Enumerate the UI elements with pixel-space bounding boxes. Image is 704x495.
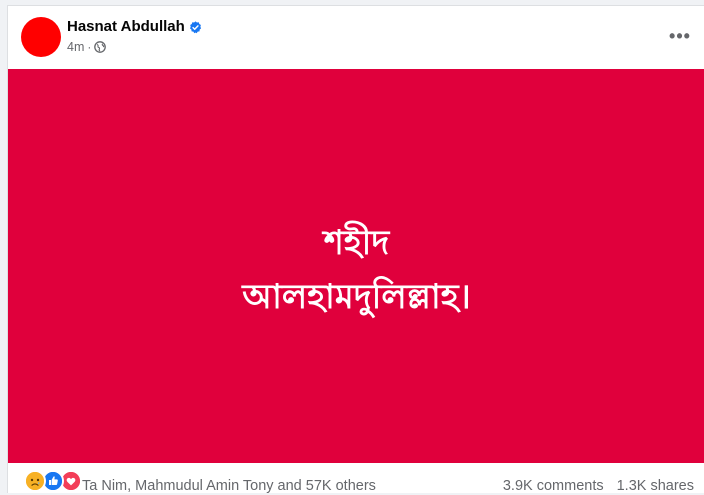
globe-icon bbox=[94, 41, 107, 53]
post-image-line-1: শহীদ bbox=[323, 223, 390, 263]
post-card: Hasnat Abdullah 4m · ••• শহীদ আলহামদুলিল… bbox=[7, 5, 704, 494]
reactors-summary[interactable]: Ta Nim, Mahmudul Amin Tony and 57K other… bbox=[82, 477, 376, 495]
reaction-icons[interactable] bbox=[24, 470, 82, 492]
author-name[interactable]: Hasnat Abdullah bbox=[67, 18, 185, 36]
post-image[interactable]: শহীদ আলহামদুলিল্লাহ। bbox=[8, 69, 704, 463]
post-header: Hasnat Abdullah 4m · ••• bbox=[8, 6, 704, 68]
sad-icon bbox=[24, 470, 46, 492]
post-footer: Ta Nim, Mahmudul Amin Tony and 57K other… bbox=[8, 463, 704, 494]
post-image-line-2: আলহামদুলিল্লাহ। bbox=[242, 277, 471, 317]
post-meta: 4m · bbox=[67, 39, 107, 55]
post-time[interactable]: 4m bbox=[67, 39, 84, 55]
more-options-icon: ••• bbox=[669, 26, 691, 46]
verified-badge-icon bbox=[189, 20, 202, 34]
author-row: Hasnat Abdullah bbox=[67, 18, 202, 36]
more-options-button[interactable]: ••• bbox=[666, 22, 694, 50]
avatar[interactable] bbox=[21, 17, 61, 57]
comments-count[interactable]: 3.9K comments bbox=[503, 477, 604, 495]
engagement-stats: 3.9K comments 1.3K shares bbox=[503, 477, 694, 495]
meta-separator: · bbox=[87, 40, 92, 54]
shares-count[interactable]: 1.3K shares bbox=[617, 477, 694, 495]
